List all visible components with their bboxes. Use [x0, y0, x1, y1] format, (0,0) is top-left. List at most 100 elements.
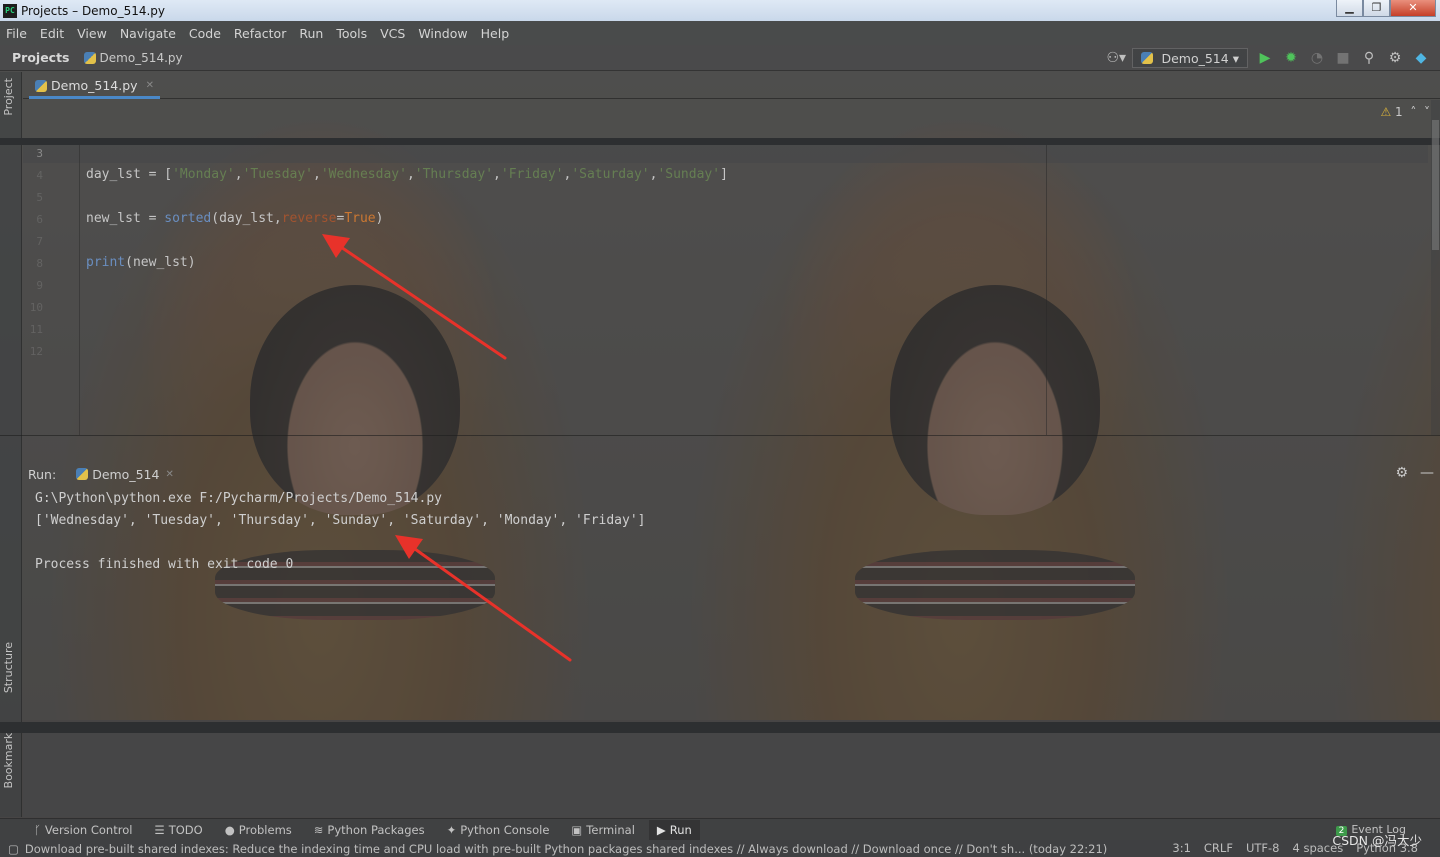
- breadcrumb-project[interactable]: Projects: [12, 50, 70, 65]
- navbar-actions: ⚇▾ Demo_514 ▾ ▶ ✹ ◔ ■ ⚲ ⚙ ◆: [1106, 48, 1430, 68]
- tab-demo-514[interactable]: Demo_514.py ✕: [29, 75, 160, 99]
- menu-tools[interactable]: Tools: [336, 26, 367, 41]
- inspection-widget[interactable]: ⚠ 1 ˄ ˅: [1380, 105, 1430, 119]
- tool-terminal[interactable]: ▣ Terminal: [571, 823, 634, 837]
- menu-file[interactable]: File: [6, 26, 27, 41]
- editor-breadcrumb-area: ⚠ 1 ˄ ˅: [23, 100, 1440, 138]
- right-margin-guide: [1046, 145, 1047, 435]
- code-token: 'Monday': [172, 167, 235, 182]
- code-token: = [: [140, 167, 173, 182]
- menu-window[interactable]: Window: [418, 26, 467, 41]
- file-encoding[interactable]: UTF-8: [1246, 841, 1280, 855]
- python-icon: ✦: [446, 822, 457, 837]
- run-label: Run:: [28, 466, 57, 482]
- debug-icon[interactable]: ✹: [1282, 50, 1300, 66]
- code-token: day_lst: [86, 167, 141, 182]
- status-message[interactable]: Download pre-built shared indexes: Reduc…: [25, 842, 1175, 856]
- structure-tool-tab[interactable]: Structure: [2, 642, 15, 693]
- tool-todo[interactable]: ☰ TODO: [154, 823, 202, 837]
- run-icon: ▶: [656, 822, 666, 837]
- breadcrumb-file[interactable]: Demo_514.py: [100, 51, 183, 65]
- chevron-down-icon[interactable]: ˅: [1420, 105, 1430, 119]
- python-file-icon: [83, 51, 96, 64]
- user-icon[interactable]: ⚇▾: [1106, 50, 1126, 66]
- line-number: 5: [36, 191, 43, 204]
- run-console-output[interactable]: G:\Python\python.exe F:/Pycharm/Projects…: [35, 488, 645, 576]
- scrollbar-thumb[interactable]: [1432, 120, 1439, 250]
- code-token: ): [375, 211, 384, 226]
- tool-problems[interactable]: ● Problems: [225, 823, 292, 837]
- menu-run[interactable]: Run: [299, 26, 323, 41]
- line-number: 7: [36, 235, 43, 248]
- stop-icon[interactable]: ■: [1334, 50, 1352, 66]
- code-token: reverse: [281, 211, 337, 226]
- menu-vcs[interactable]: VCS: [380, 26, 405, 41]
- terminal-icon: ▣: [571, 822, 583, 837]
- menu-help[interactable]: Help: [481, 26, 510, 41]
- title-bar: PC Projects – Demo_514.py ▁ ❐ ✕: [0, 0, 1440, 21]
- code-editor[interactable]: 3 4 5 6 7 8 9 10 11 12 day_lst = ['Monda…: [23, 145, 1428, 435]
- line-number: 12: [29, 345, 43, 358]
- python-file-icon: [76, 468, 89, 480]
- gear-icon[interactable]: ⚙: [1395, 465, 1408, 481]
- python-file-icon: [35, 79, 47, 92]
- jetbrains-icon[interactable]: ◆: [1412, 50, 1430, 66]
- project-tool-tab[interactable]: Project: [2, 78, 15, 116]
- tool-python-console[interactable]: ✦ Python Console: [447, 823, 550, 837]
- line-number: 3: [36, 147, 43, 160]
- tool-window-bar: ᚴ Version Control ☰ TODO ● Problems ≋ Python…: [0, 818, 1440, 840]
- gear-icon[interactable]: ⚙: [1386, 50, 1404, 66]
- editor-tab-bar: Demo_514.py ✕: [23, 72, 1440, 99]
- minimize-button[interactable]: ▁: [1336, 0, 1363, 17]
- run-tab-label: Demo_514: [92, 466, 160, 482]
- console-line: Process finished with exit code 0: [35, 557, 294, 572]
- window-title: Projects – Demo_514.py: [21, 3, 166, 18]
- status-bar: ▢ Download pre-built shared indexes: Red…: [0, 840, 1440, 857]
- tool-version-control[interactable]: ᚴ Version Control: [34, 823, 132, 837]
- branch-icon: ᚴ: [34, 822, 41, 837]
- menu-edit[interactable]: Edit: [40, 26, 64, 41]
- line-number: 4: [36, 169, 43, 182]
- status-toggle-icon[interactable]: ▢: [8, 842, 19, 856]
- tool-run[interactable]: ▶ Run: [648, 819, 700, 840]
- line-number-gutter: 3 4 5 6 7 8 9 10 11 12: [23, 145, 80, 435]
- menu-code[interactable]: Code: [189, 26, 221, 41]
- tool-label: Version Control: [44, 822, 133, 837]
- code-token: (day_lst,: [211, 211, 282, 226]
- coverage-icon[interactable]: ◔: [1308, 50, 1326, 66]
- code-token: new_lst: [86, 211, 141, 226]
- window-controls: ▁ ❐ ✕: [1336, 0, 1436, 17]
- minimize-panel-icon[interactable]: —: [1420, 465, 1434, 481]
- console-line: ['Wednesday', 'Tuesday', 'Thursday', 'Su…: [35, 513, 646, 528]
- run-icon[interactable]: ▶: [1256, 50, 1274, 66]
- maximize-button[interactable]: ❐: [1363, 0, 1390, 17]
- chevron-down-icon: ▾: [1232, 50, 1239, 66]
- warning-icon: ⚠: [1380, 105, 1392, 119]
- chevron-up-icon[interactable]: ˄: [1407, 105, 1416, 119]
- code-token: (new_lst): [125, 255, 196, 270]
- run-panel-tools: ⚙ —: [1395, 465, 1434, 481]
- run-configuration-select[interactable]: Demo_514 ▾: [1132, 48, 1248, 68]
- code-line: new_lst = sorted(day_lst,reverse=True): [86, 211, 383, 226]
- menu-view[interactable]: View: [77, 26, 107, 41]
- menu-refactor[interactable]: Refactor: [234, 26, 286, 41]
- search-icon[interactable]: ⚲: [1360, 50, 1378, 66]
- tool-python-packages[interactable]: ≋ Python Packages: [314, 823, 425, 837]
- menu-navigate[interactable]: Navigate: [120, 26, 176, 41]
- close-tab-icon[interactable]: ✕: [146, 80, 154, 91]
- close-tab-icon[interactable]: ✕: [165, 469, 173, 480]
- close-button[interactable]: ✕: [1390, 0, 1436, 17]
- run-divider: [0, 435, 1440, 436]
- tool-label: Problems: [238, 822, 292, 837]
- caret-position[interactable]: 3:1: [1172, 841, 1191, 855]
- info-icon: ●: [224, 822, 235, 837]
- bookmarks-tool-tab[interactable]: Bookmarks: [2, 727, 15, 788]
- editor-scrollbar[interactable]: [1431, 100, 1440, 435]
- tab-label: Demo_514.py: [51, 78, 138, 93]
- python-file-icon: [1141, 52, 1154, 64]
- tool-label: Terminal: [586, 822, 635, 837]
- run-tab-demo-514[interactable]: Demo_514 ✕: [76, 467, 174, 482]
- code-token: ]: [720, 167, 728, 182]
- line-separator[interactable]: CRLF: [1204, 841, 1233, 855]
- layers-icon: ≋: [313, 822, 324, 837]
